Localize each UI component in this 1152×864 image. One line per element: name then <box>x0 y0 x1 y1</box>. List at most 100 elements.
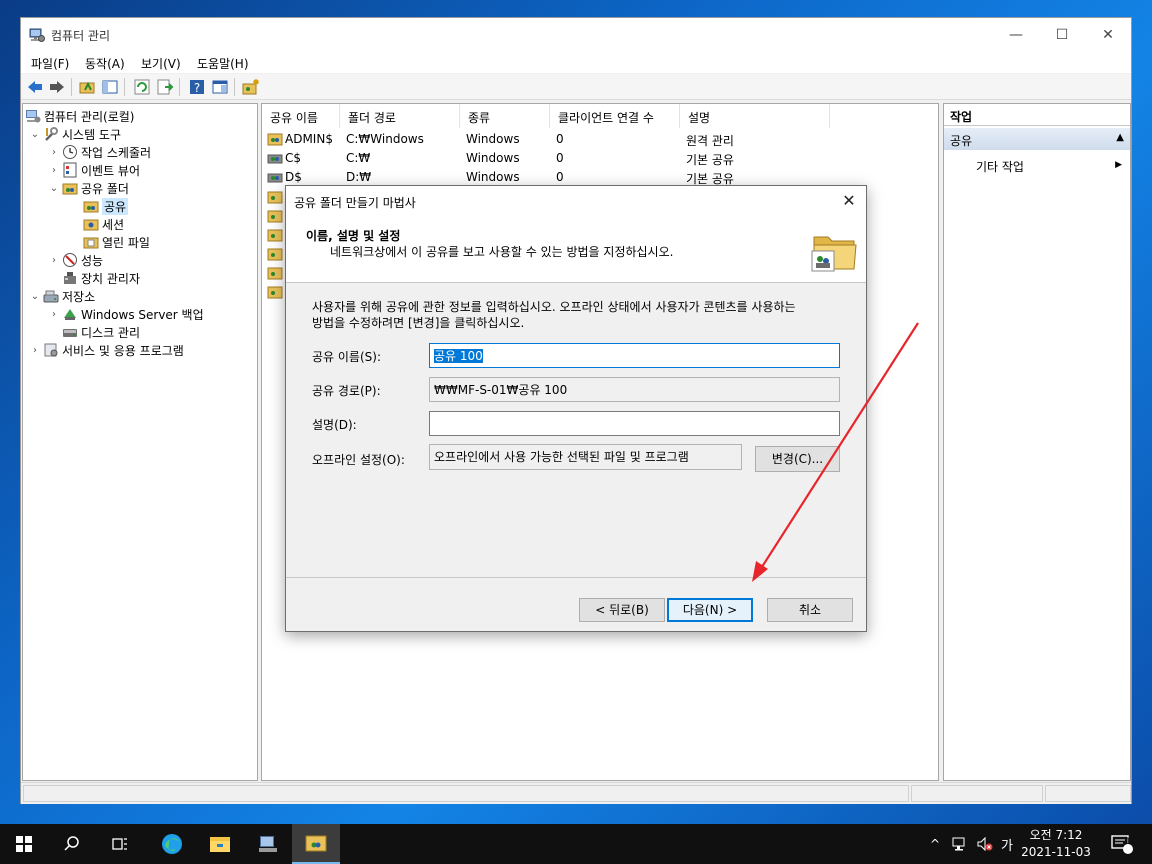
file-explorer-icon <box>210 837 230 852</box>
table-row[interactable]: ADMIN$ C:₩Windows Windows 0 원격 관리 <box>262 130 938 149</box>
share-description: 기본 공유 <box>686 153 734 167</box>
chevron-down-icon[interactable]: ⌄ <box>29 129 41 140</box>
toolbar-separator <box>179 78 180 96</box>
tree-item-services-apps[interactable]: › 서비스 및 응용 프로그램 <box>29 341 184 359</box>
taskbar-edge[interactable] <box>148 824 196 864</box>
network-status-icon <box>952 837 965 851</box>
share-clients: 0 <box>556 132 564 146</box>
more-actions-item[interactable]: 기타 작업 <box>976 158 1024 175</box>
share-type: Windows <box>466 170 520 184</box>
notification-center-button[interactable]: 1 <box>1110 824 1134 864</box>
tree-label: 디스크 관리 <box>81 325 141 340</box>
tray-overflow-button[interactable]: ^ <box>930 824 940 864</box>
chevron-right-icon[interactable]: › <box>29 345 41 356</box>
tree-label: 이벤트 뷰어 <box>81 163 141 178</box>
taskbar-file-explorer[interactable] <box>196 824 244 864</box>
cancel-button[interactable]: 취소 <box>767 598 853 622</box>
tree-item-event-viewer[interactable]: › 이벤트 뷰어 <box>48 161 140 179</box>
disk-management-icon <box>63 329 77 337</box>
chevron-right-icon[interactable]: › <box>48 165 60 176</box>
submenu-arrow-icon: ▶ <box>1115 160 1122 170</box>
chevron-right-icon[interactable]: › <box>48 309 60 320</box>
chevron-down-icon[interactable]: ⌄ <box>29 291 41 302</box>
export-list-icon[interactable] <box>156 78 174 96</box>
column-header-clients[interactable]: 클라이언트 연결 수 <box>550 104 680 128</box>
minimize-button[interactable]: — <box>993 18 1039 52</box>
open-files-icon <box>83 237 99 249</box>
column-header-folder-path[interactable]: 폴더 경로 <box>340 104 460 128</box>
volume-icon[interactable] <box>976 824 994 864</box>
tree-item-device-manager[interactable]: 장치 관리자 <box>60 269 140 287</box>
menu-help[interactable]: 도움말(H) <box>197 55 249 72</box>
status-segment <box>1045 785 1131 802</box>
start-button[interactable] <box>0 824 48 864</box>
menu-view[interactable]: 보기(V) <box>141 55 181 72</box>
actions-pane: 작업 공유 ▲ 기타 작업 ▶ <box>943 103 1131 781</box>
back-arrow-icon[interactable] <box>26 78 44 96</box>
dialog-title-bar[interactable]: 공유 폴더 만들기 마법사 ✕ <box>286 186 866 217</box>
new-share-icon[interactable] <box>242 78 260 96</box>
back-button[interactable]: < 뒤로(B) <box>579 598 665 622</box>
share-clients: 0 <box>556 170 564 184</box>
change-button[interactable]: 변경(C)... <box>755 446 840 472</box>
tree-item-windows-server-backup[interactable]: › Windows Server 백업 <box>48 305 204 323</box>
clock[interactable]: 오전 7:12 2021-11-03 <box>1018 827 1094 861</box>
system-tools-icon <box>45 127 58 141</box>
tree-item-disk-management[interactable]: 디스크 관리 <box>60 323 140 341</box>
column-header-type[interactable]: 종류 <box>460 104 550 128</box>
computer-management-icon <box>29 28 45 42</box>
dialog-close-button[interactable]: ✕ <box>836 189 862 213</box>
next-button[interactable]: 다음(N) > <box>667 598 753 622</box>
tree-item-shared-folders[interactable]: ⌄ 공유 폴더 <box>48 179 129 197</box>
actions-section-shares[interactable]: 공유 ▲ <box>944 128 1130 150</box>
column-header-description[interactable]: 설명 <box>680 104 830 128</box>
share-folder-icon <box>267 133 283 146</box>
title-bar[interactable]: 컴퓨터 관리 — ☐ ✕ <box>21 18 1131 52</box>
create-shared-folder-wizard: 공유 폴더 만들기 마법사 ✕ 이름, 설명 및 설정 네트워크상에서 이 공유… <box>285 185 867 632</box>
share-name-input[interactable]: 공유 100 <box>429 343 840 368</box>
up-folder-icon[interactable] <box>78 78 96 96</box>
column-header-share-name[interactable]: 공유 이름 <box>262 104 340 128</box>
task-view-button[interactable] <box>96 824 144 864</box>
tree-item-performance[interactable]: › 성능 <box>48 251 103 269</box>
network-icon[interactable] <box>952 824 970 864</box>
tree-item-shares[interactable]: 공유 <box>81 197 129 215</box>
tree-item-sessions[interactable]: 세션 <box>81 215 124 233</box>
share-path-value: ₩₩MF-S-01₩공유 100 <box>434 383 568 397</box>
chevron-right-icon[interactable]: › <box>48 147 60 158</box>
chevron-down-icon[interactable]: ⌄ <box>48 183 60 194</box>
collapse-up-icon[interactable]: ▲ <box>1116 132 1124 143</box>
dialog-subheading: 네트워크상에서 이 공유를 보고 사용할 수 있는 방법을 지정하십시오. <box>330 245 674 259</box>
share-name: ADMIN$ <box>285 132 333 146</box>
properties-icon[interactable] <box>211 78 229 96</box>
tree-item-task-scheduler[interactable]: › 작업 스케줄러 <box>48 143 151 161</box>
close-button[interactable]: ✕ <box>1085 18 1131 52</box>
refresh-icon[interactable] <box>133 78 151 96</box>
taskbar-server-manager[interactable] <box>244 824 292 864</box>
search-button[interactable] <box>48 824 96 864</box>
status-bar <box>21 782 1131 804</box>
maximize-button[interactable]: ☐ <box>1039 18 1085 52</box>
help-icon[interactable]: ? <box>188 78 206 96</box>
table-row[interactable]: C$ C:₩ Windows 0 기본 공유 <box>262 149 938 168</box>
share-type: Windows <box>466 151 520 165</box>
share-folder-icon <box>267 191 283 204</box>
tree-item-system-tools[interactable]: ⌄ 시스템 도구 <box>29 125 121 143</box>
actions-section-label: 공유 <box>950 134 973 148</box>
chevron-right-icon[interactable]: › <box>48 255 60 266</box>
menu-action[interactable]: 동작(A) <box>85 55 125 72</box>
windows-logo-icon <box>16 836 32 852</box>
tree-item-open-files[interactable]: 열린 파일 <box>81 233 150 251</box>
share-folder-icon <box>267 210 283 223</box>
description-input[interactable] <box>429 411 840 436</box>
tree-item-root[interactable]: 컴퓨터 관리(로컬) <box>25 107 134 125</box>
share-name: D$ <box>285 170 302 184</box>
taskbar-computer-management[interactable] <box>292 824 340 864</box>
show-hide-tree-icon[interactable] <box>101 78 119 96</box>
ime-indicator[interactable]: 가 <box>1001 824 1013 864</box>
menu-file[interactable]: 파일(F) <box>31 55 69 72</box>
forward-arrow-icon[interactable] <box>48 78 66 96</box>
tree-item-storage[interactable]: ⌄ 저장소 <box>29 287 95 305</box>
share-type: Windows <box>466 132 520 146</box>
share-description: 원격 관리 <box>686 134 734 148</box>
